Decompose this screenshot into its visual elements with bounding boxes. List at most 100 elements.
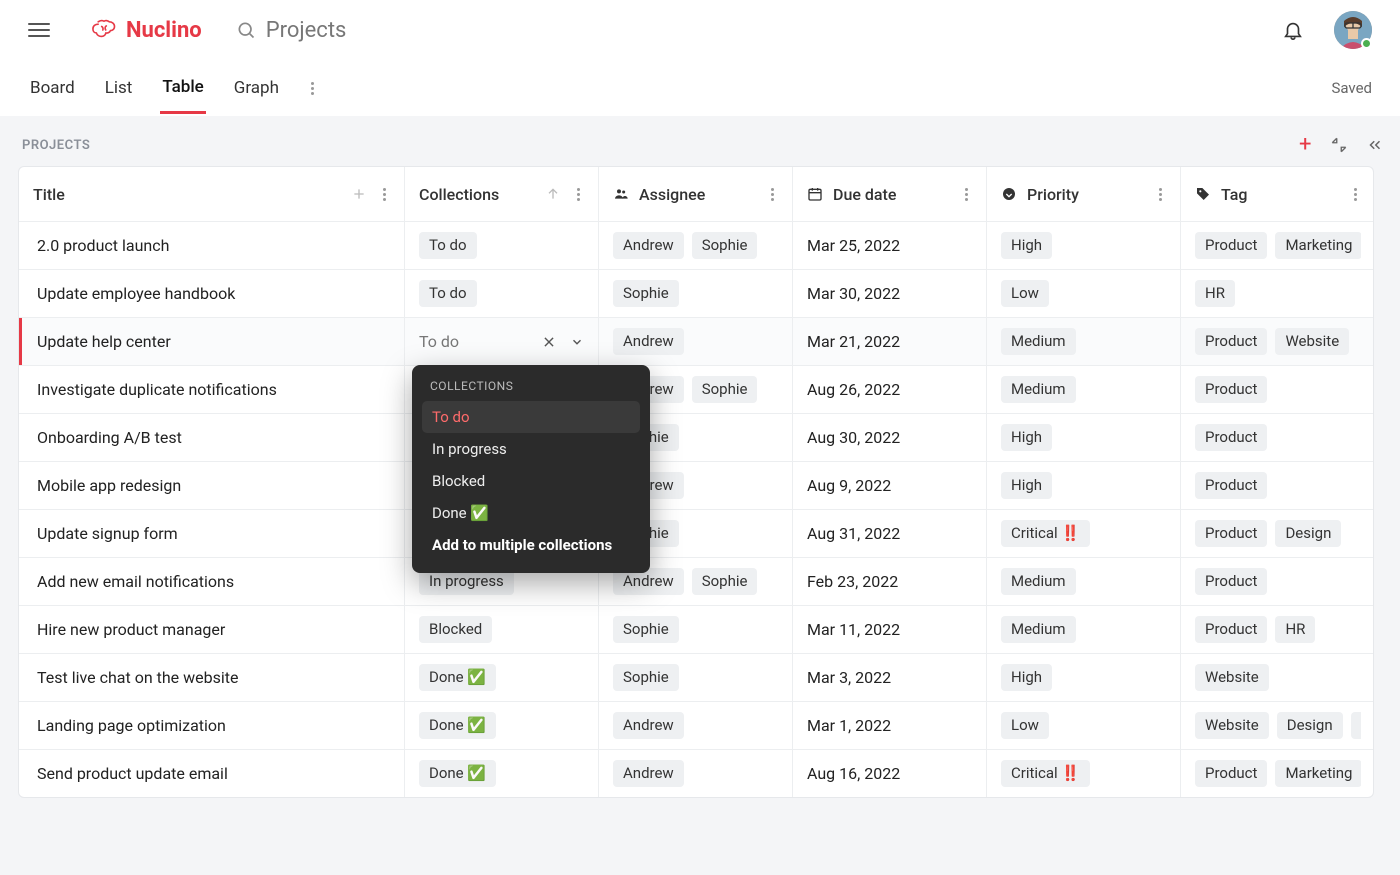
priority-chip[interactable]: High	[1001, 664, 1052, 692]
cell-title[interactable]: Landing page optimization	[19, 702, 405, 749]
cell-tags[interactable]: HR	[1181, 270, 1374, 317]
user-avatar[interactable]	[1334, 11, 1372, 49]
cell-due-date[interactable]: Aug 26, 2022	[793, 366, 987, 413]
cell-title[interactable]: Investigate duplicate notifications	[19, 366, 405, 413]
add-item-button[interactable]: +	[1299, 134, 1312, 156]
collection-chip[interactable]: Done ✅	[419, 712, 496, 740]
cell-title[interactable]: Update employee handbook	[19, 270, 405, 317]
cell-priority[interactable]: High	[987, 222, 1181, 269]
cell-priority[interactable]: Critical ‼️	[987, 510, 1181, 557]
cell-tags[interactable]: ProductHR	[1181, 606, 1374, 653]
priority-chip[interactable]: Low	[1001, 712, 1049, 740]
table-row[interactable]: Update help centerTo doAndrewMar 21, 202…	[19, 317, 1373, 365]
table-row[interactable]: Investigate duplicate notificationsTo do…	[19, 365, 1373, 413]
cell-due-date[interactable]: Mar 21, 2022	[793, 318, 987, 365]
tag-chip[interactable]: Product	[1195, 424, 1267, 452]
tag-chip[interactable]: Product	[1195, 760, 1267, 788]
tab-list[interactable]: List	[103, 64, 135, 112]
cell-priority[interactable]: Low	[987, 702, 1181, 749]
cell-collection[interactable]: Blocked	[405, 606, 599, 653]
cell-assignee[interactable]: Sophie	[599, 654, 793, 701]
cell-priority[interactable]: Medium	[987, 558, 1181, 605]
tag-chip[interactable]: HR	[1275, 616, 1315, 644]
table-row[interactable]: Test live chat on the website Done ✅ Sophi…	[19, 653, 1373, 701]
tag-chip[interactable]: Product	[1195, 568, 1267, 596]
table-row[interactable]: Send product update emailDone ✅AndrewAug…	[19, 749, 1373, 797]
cell-assignee[interactable]: Sophie	[599, 270, 793, 317]
assignee-chip[interactable]: Andrew	[613, 712, 684, 740]
tag-chip[interactable]: Product	[1195, 376, 1267, 404]
cell-priority[interactable]: High	[987, 654, 1181, 701]
cell-priority[interactable]: Medium	[987, 606, 1181, 653]
tag-chip[interactable]: Design	[1275, 520, 1341, 548]
cell-tags[interactable]: Product	[1181, 462, 1374, 509]
cell-title[interactable]: 2.0 product launch	[19, 222, 405, 269]
table-row[interactable]: 2.0 product launchTo doAndrewSophieMar 2…	[19, 221, 1373, 269]
collection-chip[interactable]: To do	[419, 280, 477, 308]
tag-chip[interactable]: Marketing	[1275, 760, 1361, 788]
table-row[interactable]: Mobile app redesignTo doAndrewAug 9, 202…	[19, 461, 1373, 509]
notifications-icon[interactable]	[1282, 19, 1304, 41]
assignee-chip[interactable]: Sophie	[692, 376, 758, 404]
priority-chip[interactable]: High	[1001, 472, 1052, 500]
cell-assignee[interactable]: Andrew	[599, 318, 793, 365]
tag-chip[interactable]: Website	[1195, 664, 1269, 692]
cell-due-date[interactable]: Aug 16, 2022	[793, 750, 987, 797]
menu-button[interactable]	[28, 19, 50, 41]
cell-assignee[interactable]: Sophie	[599, 606, 793, 653]
table-row[interactable]: Update signup formTo doSophieAug 31, 202…	[19, 509, 1373, 557]
col-collections[interactable]: Collections	[405, 167, 599, 221]
add-column-icon[interactable]	[351, 186, 367, 202]
priority-chip[interactable]: Medium	[1001, 328, 1076, 356]
collection-chip[interactable]: Blocked	[419, 616, 492, 644]
assignee-chip[interactable]: Sophie	[613, 616, 679, 644]
tag-chip[interactable]: Product	[1195, 232, 1267, 260]
priority-chip[interactable]: Medium	[1001, 568, 1076, 596]
cell-tags[interactable]: ProductWebsite	[1181, 318, 1374, 365]
cell-collection[interactable]: To do	[405, 222, 599, 269]
clear-icon[interactable]	[542, 335, 556, 349]
cell-title[interactable]: Onboarding A/B test	[19, 414, 405, 461]
dropdown-item-inprogress[interactable]: In progress	[422, 433, 640, 465]
tab-board[interactable]: Board	[28, 64, 77, 112]
collection-chip[interactable]: Done ✅	[419, 664, 496, 692]
col-assignee[interactable]: Assignee	[599, 167, 793, 221]
cell-tags[interactable]: ProductDesign	[1181, 510, 1374, 557]
cell-tags[interactable]: Product Marketing	[1181, 750, 1374, 797]
cell-title[interactable]: Test live chat on the website	[19, 654, 405, 701]
cell-due-date[interactable]: Aug 9, 2022	[793, 462, 987, 509]
cell-priority[interactable]: High	[987, 462, 1181, 509]
cell-priority[interactable]: Medium	[987, 318, 1181, 365]
tag-chip[interactable]: Website	[1195, 712, 1269, 740]
collapse-icon[interactable]	[1330, 136, 1348, 154]
priority-chip[interactable]: Medium	[1001, 616, 1076, 644]
cell-assignee[interactable]: Andrew	[599, 702, 793, 749]
col-due-date[interactable]: Due date	[793, 167, 987, 221]
cell-title[interactable]: Send product update email	[19, 750, 405, 797]
assignee-chip[interactable]: Andrew	[613, 328, 684, 356]
col-title-menu-icon[interactable]	[379, 184, 390, 205]
dropdown-item-todo[interactable]: To do	[422, 401, 640, 433]
assignee-chip[interactable]: Sophie	[613, 280, 679, 308]
cell-due-date[interactable]: Mar 11, 2022	[793, 606, 987, 653]
dropdown-add-multiple[interactable]: Add to multiple collections	[422, 529, 640, 561]
cell-tags[interactable]: WebsiteDesignMarketing	[1181, 702, 1374, 749]
collection-chip[interactable]: To do	[419, 232, 477, 260]
assignee-chip[interactable]: Andrew	[613, 760, 684, 788]
tab-graph[interactable]: Graph	[232, 64, 281, 112]
cell-title[interactable]: Update help center	[19, 318, 405, 365]
table-row[interactable]: Landing page optimizationDone ✅AndrewMar…	[19, 701, 1373, 749]
tabs-more-icon[interactable]	[307, 78, 318, 99]
cell-due-date[interactable]: Mar 25, 2022	[793, 222, 987, 269]
tag-chip[interactable]: Product	[1195, 328, 1267, 356]
cell-due-date[interactable]: Feb 23, 2022	[793, 558, 987, 605]
assignee-chip[interactable]: Andrew	[613, 232, 684, 260]
table-row[interactable]: Add new email notificationsIn progressAn…	[19, 557, 1373, 605]
cell-priority[interactable]: Critical ‼️	[987, 750, 1181, 797]
cell-title[interactable]: Add new email notifications	[19, 558, 405, 605]
cell-tags[interactable]: Product	[1181, 366, 1374, 413]
sort-asc-icon[interactable]	[545, 186, 561, 202]
search[interactable]: Projects	[236, 18, 347, 43]
collections-dropdown[interactable]: COLLECTIONS To do In progress Blocked Do…	[412, 365, 650, 573]
cell-tags[interactable]: Product	[1181, 414, 1374, 461]
